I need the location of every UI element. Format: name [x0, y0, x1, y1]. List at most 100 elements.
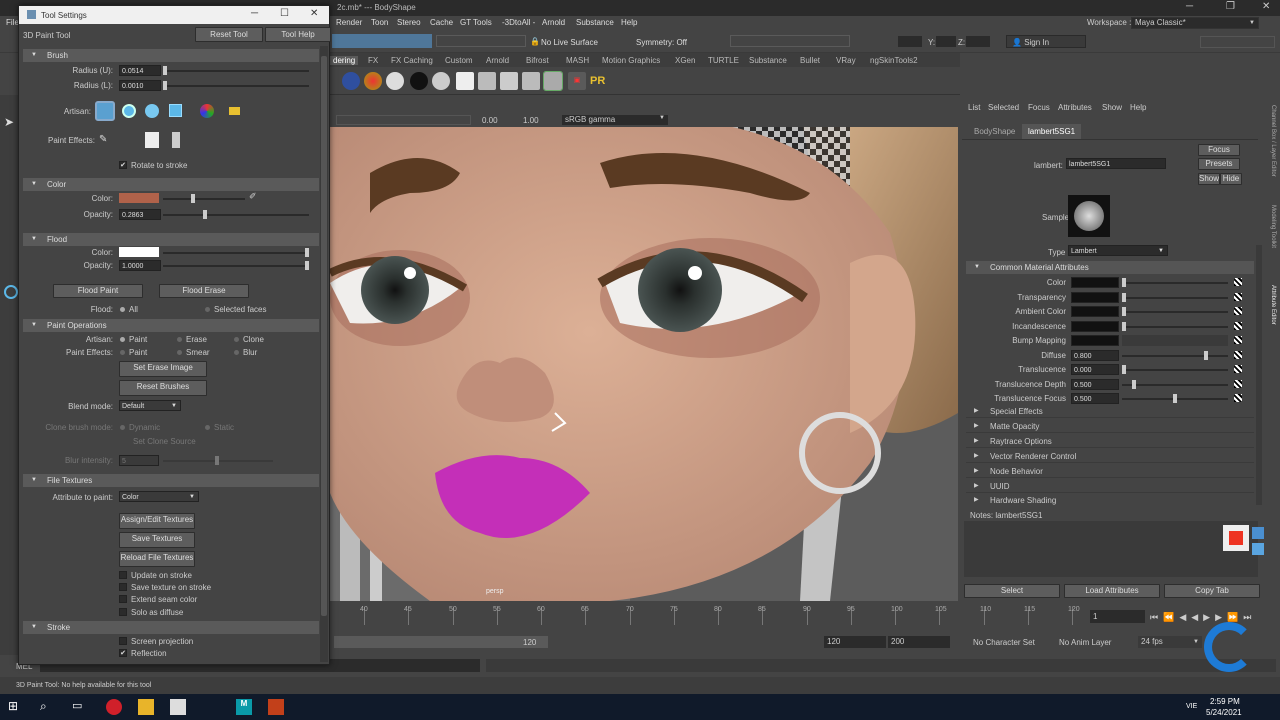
brush-square-icon[interactable]: [169, 104, 182, 117]
powerpoint-icon[interactable]: [268, 699, 284, 715]
blur-intensity-field[interactable]: 5: [119, 455, 159, 466]
attribute-color-swatch[interactable]: [1071, 335, 1119, 346]
paint-ops-section-header[interactable]: Paint Operations: [23, 319, 319, 332]
notepad-icon[interactable]: [170, 699, 186, 715]
notes-field[interactable]: [964, 521, 1258, 577]
assign-edit-textures-button[interactable]: Assign/Edit Textures: [119, 513, 195, 529]
clock-time[interactable]: 2:59 PM: [1210, 697, 1240, 706]
slider-handle[interactable]: [305, 261, 309, 270]
slider-handle[interactable]: [191, 194, 195, 203]
coord-z-field[interactable]: [966, 36, 990, 47]
attribute-color-swatch[interactable]: [1071, 292, 1119, 303]
close-icon[interactable]: ✕: [310, 8, 318, 19]
radius-u-slider[interactable]: [163, 66, 309, 75]
redshift-icon[interactable]: ▣: [568, 72, 586, 90]
slider-handle[interactable]: [1122, 278, 1126, 287]
close-icon[interactable]: ✕: [1262, 1, 1270, 12]
slider-handle[interactable]: [1122, 293, 1126, 302]
load-attributes-button[interactable]: Load Attributes: [1064, 584, 1160, 598]
minimize-icon[interactable]: ─: [251, 8, 258, 19]
pe-paint-radio[interactable]: [120, 350, 125, 355]
map-button-icon[interactable]: [1234, 322, 1242, 330]
shelf-tab-xgen[interactable]: XGen: [675, 56, 695, 65]
panel-toggle-icons[interactable]: [1200, 36, 1275, 48]
time-slider[interactable]: 40 45 50 55 60 65 70 75 80 85 90 95 100 105 110 115 120: [330, 604, 1090, 632]
map-button-icon[interactable]: [1234, 336, 1242, 344]
attribute-slider[interactable]: [1122, 307, 1228, 316]
playback-end-field[interactable]: 200: [888, 636, 950, 648]
attribute-slider[interactable]: [1122, 278, 1228, 287]
section-special-effects[interactable]: ▶ Special Effects: [966, 405, 1254, 418]
side-tab-attribute-editor[interactable]: Attribute Editor: [1266, 285, 1276, 365]
paint-tool-icon[interactable]: [4, 285, 18, 299]
language-indicator[interactable]: VIE: [1186, 703, 1197, 710]
light-sphere-icon[interactable]: [386, 72, 404, 90]
attribute-slider[interactable]: [1122, 293, 1228, 302]
ae-menu-help[interactable]: Help: [1130, 103, 1146, 112]
render-icons[interactable]: [730, 35, 850, 47]
blur-intensity-slider[interactable]: [163, 456, 273, 465]
rotate-to-stroke-checkbox[interactable]: ✔: [119, 161, 127, 169]
map-button-icon[interactable]: [1234, 307, 1242, 315]
flood-color-slider[interactable]: [163, 248, 309, 257]
shelf-tab-rendering[interactable]: dering: [330, 56, 359, 65]
step-back-key-icon[interactable]: ⏪: [1163, 612, 1179, 622]
slider-handle[interactable]: [1173, 394, 1177, 403]
ae-scrollbar[interactable]: [1256, 245, 1262, 505]
radius-l-field[interactable]: 0.0010: [119, 80, 161, 91]
menu-3dtoall[interactable]: -3DtoAll -: [502, 18, 535, 27]
hide-button[interactable]: Hide: [1220, 173, 1242, 185]
solo-diffuse-checkbox[interactable]: [119, 608, 127, 616]
minimize-icon[interactable]: ─: [1186, 1, 1193, 12]
map-button-icon[interactable]: [1234, 380, 1242, 388]
viewport[interactable]: [330, 113, 958, 601]
go-to-start-icon[interactable]: ⏮: [1150, 612, 1163, 622]
screen-projection-checkbox[interactable]: [119, 637, 127, 645]
menu-help[interactable]: Help: [621, 18, 637, 27]
section-matte-opacity[interactable]: ▶ Matte Opacity: [966, 420, 1254, 433]
slider-handle[interactable]: [1132, 380, 1136, 389]
attribute-value-field[interactable]: 0.800: [1071, 350, 1119, 361]
anim-layer-dropdown[interactable]: No Anim Layer: [1059, 638, 1111, 647]
step-forward-icon[interactable]: ▶: [1215, 612, 1227, 622]
slider-handle[interactable]: [203, 210, 207, 219]
opera-icon[interactable]: [106, 699, 122, 715]
gamma-field[interactable]: 1.00: [523, 116, 539, 125]
shelf-tab-bifrost[interactable]: Bifrost: [526, 56, 549, 65]
clone-static-radio[interactable]: [205, 425, 210, 430]
select-tool-icon[interactable]: ➤: [4, 115, 18, 129]
ae-menu-selected[interactable]: Selected: [988, 103, 1019, 112]
save-on-stroke-checkbox[interactable]: [119, 583, 127, 591]
clone-dynamic-radio[interactable]: [120, 425, 125, 430]
select-button[interactable]: Select: [964, 584, 1060, 598]
section-node-behavior[interactable]: ▶ Node Behavior: [966, 465, 1254, 478]
show-button[interactable]: Show: [1198, 173, 1220, 185]
map-button-icon[interactable]: [1234, 278, 1242, 286]
flood-color-swatch[interactable]: [119, 247, 159, 257]
slider-handle[interactable]: [1122, 365, 1126, 374]
slider-handle[interactable]: [215, 456, 219, 465]
color-space-dropdown[interactable]: sRGB gamma ▼: [562, 115, 668, 125]
pe-blur-radio[interactable]: [234, 350, 239, 355]
shelf-tab-vray[interactable]: VRay: [836, 56, 856, 65]
opacity-slider[interactable]: [163, 210, 309, 219]
shelf-tab-fx[interactable]: FX: [368, 56, 378, 65]
search-icon[interactable]: ⌕: [40, 699, 56, 715]
pe-smear-radio[interactable]: [177, 350, 182, 355]
paint-brush-icon[interactable]: ✎: [99, 134, 107, 145]
radius-l-slider[interactable]: [163, 81, 309, 90]
attribute-slider[interactable]: [1122, 394, 1228, 403]
map-button-icon[interactable]: [1234, 394, 1242, 402]
slider-handle[interactable]: [163, 66, 167, 75]
shelf-tab-turtle[interactable]: TURTLE: [708, 56, 739, 65]
flood-all-radio[interactable]: [120, 307, 125, 312]
anim-end-field[interactable]: 120: [824, 636, 886, 648]
flood-opacity-slider[interactable]: [163, 261, 309, 270]
ae-menu-list[interactable]: List: [968, 103, 980, 112]
tab-lambert5sg1[interactable]: lambert5SG1: [1022, 124, 1082, 139]
camera-icon[interactable]: [1252, 527, 1264, 539]
map-button-icon[interactable]: [1234, 365, 1242, 373]
type-dropdown[interactable]: Lambert ▼: [1068, 245, 1168, 256]
paint-color-swatch[interactable]: [119, 193, 159, 203]
brush-gaussian-icon[interactable]: [122, 104, 136, 118]
